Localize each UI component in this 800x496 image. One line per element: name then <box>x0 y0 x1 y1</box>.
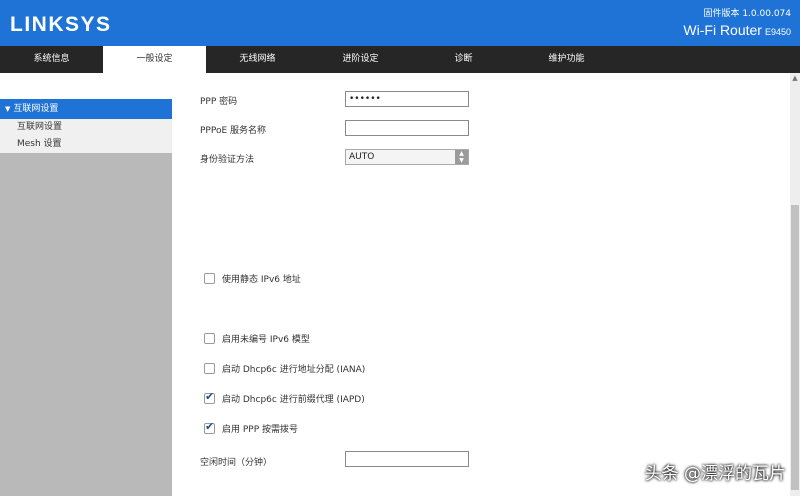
tab-advanced[interactable]: 进阶设定 <box>309 46 412 73</box>
static-ipv6-label: 使用静态 IPv6 地址 <box>222 275 301 285</box>
unnumbered-ipv6-label: 启用未编号 IPv6 模型 <box>222 335 310 345</box>
static-ipv6-option[interactable]: 使用静态 IPv6 地址 <box>204 272 301 285</box>
idle-time-label: 空闲时间（分钟） <box>200 458 273 468</box>
unnumbered-ipv6-option[interactable]: 启用未编号 IPv6 模型 <box>204 332 310 345</box>
ppp-password-field[interactable]: •••••• <box>345 91 469 107</box>
sidebar-list: 互联网设置 Mesh 设置 <box>0 119 172 153</box>
dhcp6c-iapd-checkbox[interactable]: ✔ <box>204 390 215 404</box>
tab-maintenance[interactable]: 维护功能 <box>515 46 618 73</box>
page-scrollbar[interactable]: ▲ <box>790 73 800 496</box>
tab-diagnostics[interactable]: 诊断 <box>412 46 515 73</box>
dhcp6c-iapd-option[interactable]: ✔ 启动 Dhcp6c 进行前缀代理 (IAPD) <box>204 390 365 405</box>
router-model: Wi-Fi Router E9450 <box>683 22 791 38</box>
checkmark-icon: ✔ <box>205 420 215 433</box>
select-arrows-icon: ▲ ▼ <box>455 150 468 164</box>
ppp-on-demand-label: 启用 PPP 按需拨号 <box>222 425 299 435</box>
dhcp6c-iana-label: 启动 Dhcp6c 进行地址分配 (IANA) <box>222 365 366 375</box>
model-name: Wi-Fi Router <box>683 22 762 38</box>
sidebar: ▼ 互联网设置 互联网设置 Mesh 设置 <box>0 73 172 496</box>
watermark: 头条 @漂浮的瓦片 <box>644 464 786 484</box>
sidebar-section-label: 互联网设置 <box>13 104 59 114</box>
auth-method-select[interactable]: AUTO ▲ ▼ <box>345 149 469 165</box>
linksys-logo: LINKSYS <box>10 13 112 36</box>
model-code: E9450 <box>764 27 791 37</box>
tab-system-info[interactable]: 系统信息 <box>0 46 103 73</box>
ppp-password-label: PPP 密码 <box>200 97 238 107</box>
top-header: LINKSYS 固件版本 1.0.00.074 Wi-Fi Router E945… <box>0 0 800 46</box>
scroll-up-icon[interactable]: ▲ <box>790 73 800 83</box>
main-nav: 系统信息 一般设定 无线网络 进阶设定 诊断 维护功能 <box>0 46 800 73</box>
pppoe-service-field[interactable] <box>345 120 469 136</box>
ppp-on-demand-option[interactable]: ✔ 启用 PPP 按需拨号 <box>204 420 299 435</box>
dhcp6c-iapd-label: 启动 Dhcp6c 进行前缀代理 (IAPD) <box>222 395 365 405</box>
ppp-on-demand-checkbox[interactable]: ✔ <box>204 420 215 434</box>
auth-method-value: AUTO <box>349 152 375 162</box>
sidebar-section-internet[interactable]: ▼ 互联网设置 <box>0 99 172 119</box>
dhcp6c-iana-checkbox[interactable] <box>204 363 215 374</box>
auth-method-label: 身份验证方法 <box>200 155 255 165</box>
scroll-thumb[interactable] <box>791 205 799 490</box>
sidebar-item-mesh-settings[interactable]: Mesh 设置 <box>0 136 172 153</box>
unnumbered-ipv6-checkbox[interactable] <box>204 333 215 344</box>
tab-general-settings[interactable]: 一般设定 <box>103 46 206 73</box>
caret-down-icon: ▼ <box>5 105 11 113</box>
checkmark-icon: ✔ <box>205 390 215 403</box>
settings-form: PPP 密码 •••••• PPPoE 服务名称 身份验证方法 AUTO ▲ ▼ … <box>172 73 790 496</box>
firmware-version: 固件版本 1.0.00.074 <box>703 9 791 19</box>
dhcp6c-iana-option[interactable]: 启动 Dhcp6c 进行地址分配 (IANA) <box>204 362 365 375</box>
sidebar-item-internet-settings[interactable]: 互联网设置 <box>0 119 172 136</box>
static-ipv6-checkbox[interactable] <box>204 273 215 284</box>
idle-time-field[interactable] <box>345 451 469 467</box>
pppoe-service-label: PPPoE 服务名称 <box>200 126 267 136</box>
tab-wireless[interactable]: 无线网络 <box>206 46 309 73</box>
